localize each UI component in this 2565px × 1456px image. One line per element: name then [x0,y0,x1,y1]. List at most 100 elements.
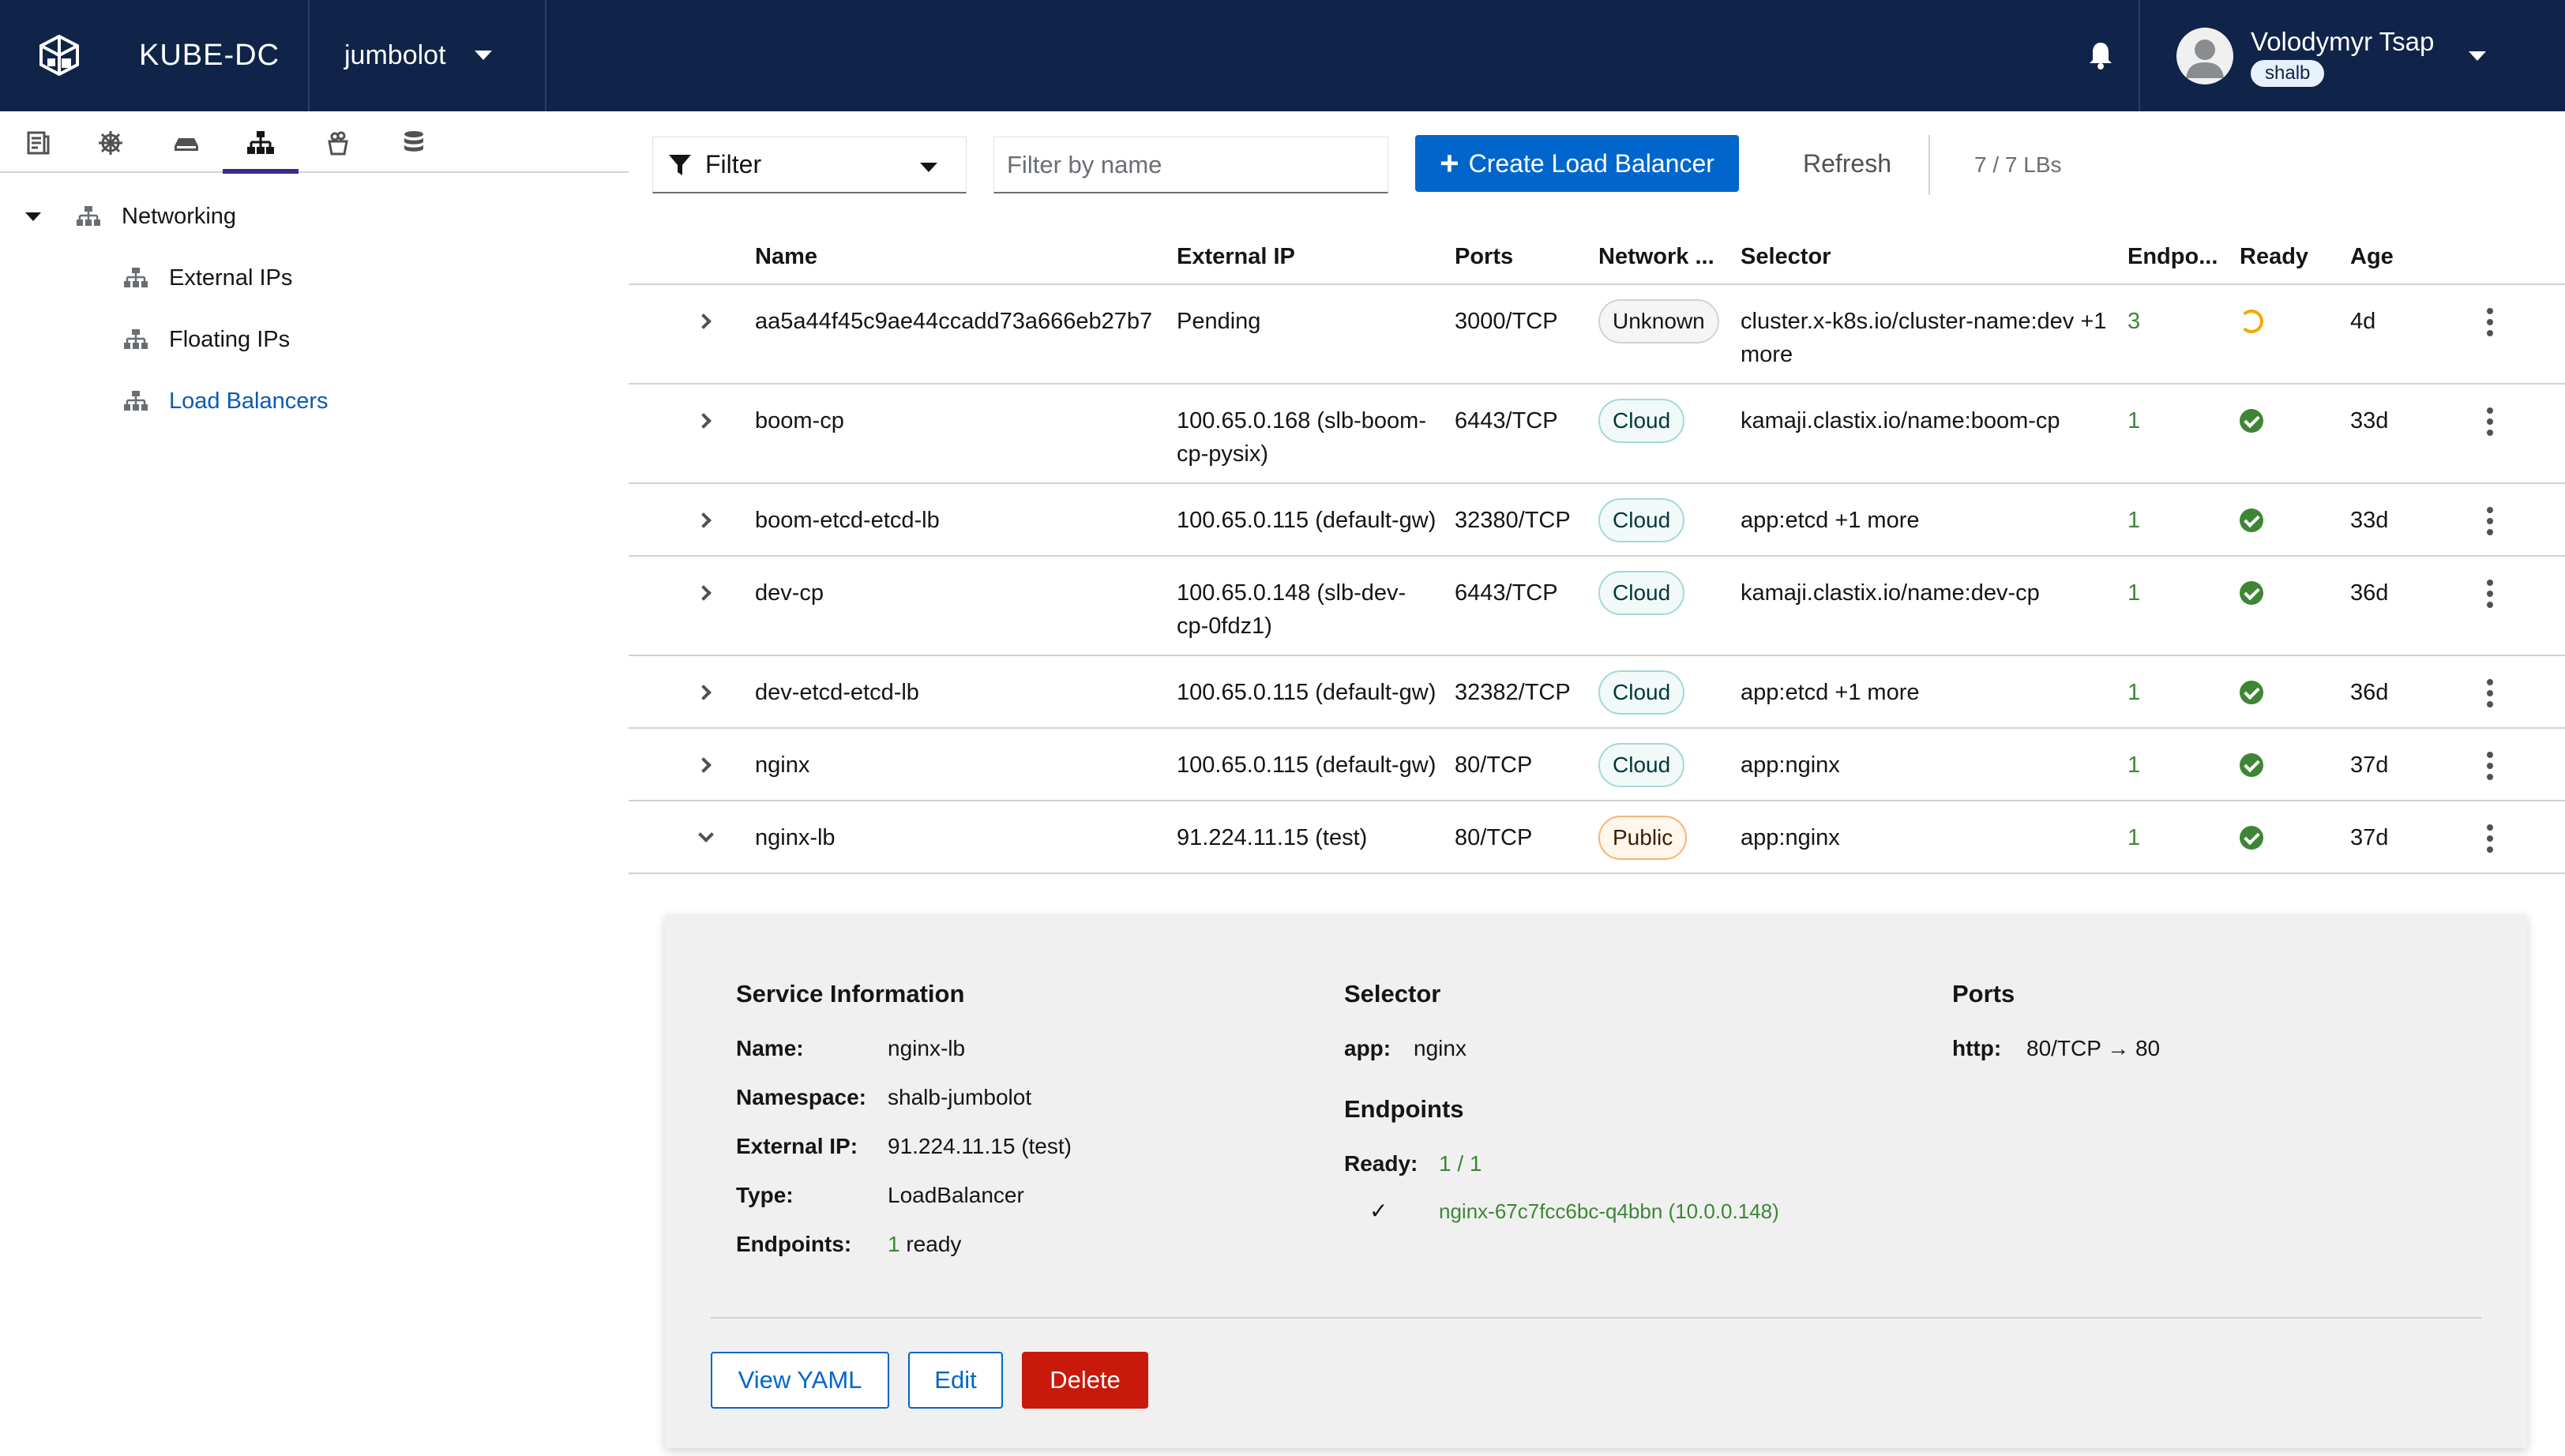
lb-ports: 3000/TCP [1455,309,1558,334]
helm-wheel-icon [99,131,122,155]
column-header-network[interactable]: Network ... [1598,241,1714,272]
header-divider [2139,0,2140,111]
sidebar-item-load-balancers[interactable]: Load Balancers [123,377,329,425]
network-label: Cloud [1598,399,1685,443]
expand-row-toggle[interactable] [689,503,723,538]
chevron-right-icon [696,512,712,528]
tab-containers[interactable] [300,122,376,171]
selector-heading: Selector [1344,980,1441,1008]
lb-selector: app:nginx [1741,825,1840,850]
column-header-external-ip[interactable]: External IP [1177,241,1295,272]
lb-name: dev-etcd-etcd-lb [755,680,919,705]
column-header-selector[interactable]: Selector [1741,241,1831,272]
endpoints-ready-text: ready [906,1232,962,1256]
table-row[interactable]: boom-etcd-etcd-lb 100.65.0.115 (default-… [629,484,2565,557]
table-row[interactable]: dev-cp 100.65.0.148 (slb-dev- cp-0fdz1) … [629,557,2565,656]
endpoint-item[interactable]: nginx-67c7fcc6bc-q4bbn (10.0.0.148) [1439,1195,1779,1227]
delete-button[interactable]: Delete [1022,1352,1148,1409]
edit-button[interactable]: Edit [908,1352,1003,1409]
header-divider [545,0,546,111]
plus-icon: + [1440,144,1459,182]
chevron-right-icon [696,685,712,700]
table-row[interactable]: nginx-lb 91.224.11.15 (test) 80/TCP Publ… [629,801,2565,874]
ready-check-icon [2240,409,2263,433]
row-actions-kebab-icon[interactable] [2478,674,2502,713]
top-header: KUBE-DC jumbolot Volodymyr Tsap shalb [0,0,2565,111]
network-icon [124,391,148,411]
row-actions-kebab-icon[interactable] [2478,746,2502,786]
table-row[interactable]: dev-etcd-etcd-lb 100.65.0.115 (default-g… [629,656,2565,729]
refresh-button[interactable]: Refresh [1764,135,1930,192]
expand-row-toggle[interactable] [689,675,723,710]
network-icon [247,131,274,154]
tab-kubernetes[interactable] [73,122,148,171]
column-header-name[interactable]: Name [755,241,817,272]
sidebar: Networking External IPs Floating IPs Loa… [0,111,629,1456]
filter-dropdown[interactable]: Filter [652,137,967,193]
endpoints-ready-key: Ready: [1344,1151,1418,1176]
details-divider [711,1317,2481,1319]
namespace-label: jumbolot [344,39,446,70]
expand-row-toggle[interactable] [689,576,723,610]
lb-endpoints: 1 [2127,680,2141,705]
lb-external-ip: 100.65.0.115 (default-gw) [1177,680,1436,705]
ready-check-icon [2240,826,2263,850]
service-info-heading: Service Information [736,980,965,1008]
selector-value: nginx [1414,1036,1467,1060]
sidebar-item-floating-ips[interactable]: Floating IPs [123,316,290,363]
port-value: 80/TCP → 80 [2026,1036,2161,1060]
search-input[interactable] [993,137,1388,193]
sidebar-item-external-ips[interactable]: External IPs [123,254,292,302]
ready-check-icon [2240,581,2263,605]
create-load-balancer-button[interactable]: + Create Load Balancer [1415,135,1739,192]
bell-icon[interactable] [2085,39,2116,71]
sidebar-tabs [0,111,629,174]
tab-networking[interactable] [223,122,299,174]
tab-documents[interactable] [0,122,76,171]
column-header-ports[interactable]: Ports [1455,241,1513,272]
network-icon [124,329,148,349]
lb-selector: kamaji.clastix.io/name:boom-cp [1741,408,2060,433]
table-row[interactable]: aa5a44f45c9ae44ccadd73a666eb27b7 Pending… [629,285,2565,385]
selector-key: app: [1344,1036,1391,1060]
lb-name: aa5a44f45c9ae44ccadd73a666eb27b7 [755,309,1153,334]
row-actions-kebab-icon[interactable] [2478,574,2502,614]
lb-age: 33d [2350,408,2389,433]
lb-external-ip: 100.65.0.115 (default-gw) [1177,752,1436,778]
tab-databases[interactable] [376,122,452,171]
tab-storage[interactable] [148,122,224,171]
view-yaml-button[interactable]: View YAML [711,1352,889,1409]
lb-external-ip: 100.65.0.148 (slb-dev- [1177,580,1406,606]
ready-check-icon [2240,753,2263,777]
tree-section-label: Networking [122,203,237,229]
user-name: Volodymyr Tsap [2251,27,2435,56]
chevron-down-icon [2469,51,2487,61]
lb-ports: 80/TCP [1455,752,1533,778]
namespace-select[interactable]: jumbolot [344,35,492,76]
expand-row-toggle[interactable] [689,748,723,782]
user-menu[interactable]: Volodymyr Tsap shalb [2176,22,2487,90]
chevron-right-icon [696,313,712,329]
row-actions-kebab-icon[interactable] [2478,501,2502,541]
table-row[interactable]: nginx 100.65.0.115 (default-gw) 80/TCP C… [629,729,2565,801]
detail-value: 1 ready [888,1229,961,1260]
column-header-endpoints[interactable]: Endpo... [2127,241,2218,272]
column-header-age[interactable]: Age [2350,241,2394,272]
row-actions-kebab-icon[interactable] [2478,819,2502,858]
expand-row-toggle[interactable] [689,304,723,339]
row-actions-kebab-icon[interactable] [2478,402,2502,441]
lb-external-ip: Pending [1177,309,1261,334]
cube-logo-icon[interactable] [38,35,81,76]
collapse-row-toggle[interactable] [689,820,723,855]
row-actions-kebab-icon[interactable] [2478,302,2502,342]
lb-external-ip: 91.224.11.15 (test) [1177,825,1368,850]
lb-endpoints: 1 [2127,408,2141,433]
toolbar-divider [1928,135,1930,195]
tree-section-networking[interactable]: Networking [25,193,236,240]
table-row[interactable]: boom-cp 100.65.0.168 (slb-boom- cp-pysix… [629,385,2565,484]
chevron-right-icon [696,585,712,601]
lb-age: 37d [2350,825,2389,850]
expand-row-toggle[interactable] [689,403,723,438]
column-header-ready[interactable]: Ready [2240,241,2308,272]
detail-key: Endpoints: [736,1232,852,1256]
